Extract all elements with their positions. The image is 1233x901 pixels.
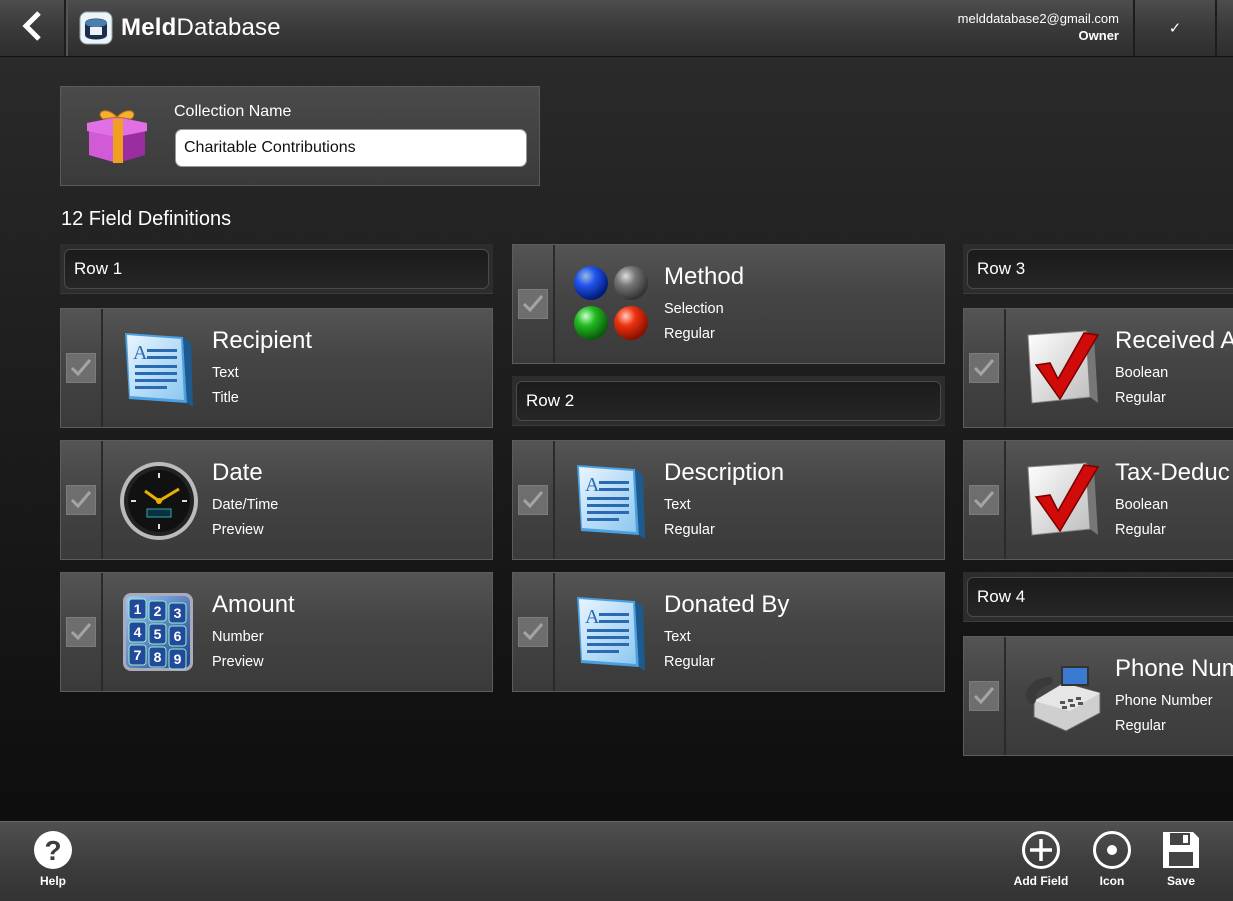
row-name-input[interactable] bbox=[64, 249, 489, 289]
field-name: Received A bbox=[1115, 327, 1233, 354]
add-field-button[interactable]: Add Field bbox=[1006, 830, 1076, 896]
field-checkbox[interactable] bbox=[964, 637, 1006, 755]
svg-text:?: ? bbox=[44, 835, 61, 866]
app-title: MeldDatabase bbox=[121, 14, 281, 41]
help-icon: ? bbox=[34, 831, 72, 869]
row-name-input[interactable] bbox=[967, 249, 1233, 289]
meld-database-logo bbox=[79, 11, 113, 45]
bottom-toolbar: ? Help Add Field Icon Save bbox=[0, 821, 1233, 901]
field-checkbox[interactable] bbox=[964, 309, 1006, 427]
field-card[interactable]: Tax-Deduc Boolean Regular bbox=[963, 440, 1233, 560]
clock-icon bbox=[117, 457, 203, 543]
row-header bbox=[963, 244, 1233, 294]
field-checkbox[interactable] bbox=[513, 441, 555, 559]
selection-balls-icon bbox=[569, 261, 655, 347]
back-button[interactable] bbox=[0, 0, 68, 56]
telephone-icon bbox=[1020, 653, 1106, 739]
save-button[interactable]: Save bbox=[1146, 830, 1216, 896]
field-checkbox[interactable] bbox=[61, 573, 103, 691]
account-email: melddatabase2@gmail.com bbox=[957, 11, 1119, 26]
row-name-input[interactable] bbox=[967, 577, 1233, 617]
confirm-button[interactable]: ✓ bbox=[1133, 0, 1217, 56]
help-button[interactable]: ? Help bbox=[18, 830, 88, 896]
field-style: Regular bbox=[664, 654, 715, 670]
help-label: Help bbox=[39, 874, 66, 888]
row-header bbox=[963, 572, 1233, 622]
checkmark-box-icon bbox=[1020, 325, 1106, 411]
field-name: Description bbox=[664, 459, 785, 486]
field-name: Date bbox=[212, 459, 263, 486]
collection-name-label: Collection Name bbox=[174, 103, 292, 120]
field-style: Regular bbox=[664, 522, 715, 538]
field-checkbox[interactable] bbox=[61, 309, 103, 427]
checkmark-box-icon bbox=[1020, 457, 1106, 543]
field-card[interactable]: Recipient Text Title bbox=[60, 308, 493, 428]
text-document-icon bbox=[569, 457, 655, 543]
field-card[interactable]: Amount Number Preview bbox=[60, 572, 493, 692]
field-name: Amount bbox=[212, 591, 295, 618]
account-role: Owner bbox=[1078, 28, 1119, 43]
save-label: Save bbox=[1166, 874, 1196, 888]
field-card[interactable]: Phone Num Phone Number Regular bbox=[963, 636, 1233, 756]
number-keypad-icon bbox=[117, 589, 203, 675]
row-header bbox=[60, 244, 493, 294]
field-checkbox[interactable] bbox=[964, 441, 1006, 559]
field-card[interactable]: Date Date/Time Preview bbox=[60, 440, 493, 560]
field-type: Number bbox=[212, 629, 264, 645]
row-header bbox=[512, 376, 945, 426]
field-type: Boolean bbox=[1115, 365, 1169, 381]
field-name: Donated By bbox=[664, 591, 790, 618]
field-type: Phone Number bbox=[1115, 693, 1213, 709]
field-type: Text bbox=[212, 365, 239, 381]
checkmark-icon: ✓ bbox=[1168, 20, 1182, 37]
field-name: Method bbox=[664, 263, 745, 290]
field-count-heading: 12 Field Definitions bbox=[61, 208, 232, 230]
field-type: Text bbox=[664, 629, 691, 645]
field-type: Selection bbox=[664, 301, 724, 317]
chevron-left-icon bbox=[21, 10, 43, 47]
row-name-input[interactable] bbox=[516, 381, 941, 421]
field-name: Phone Num bbox=[1115, 655, 1233, 682]
field-card[interactable]: Description Text Regular bbox=[512, 440, 945, 560]
add-circle-icon bbox=[1022, 831, 1060, 869]
field-card[interactable]: Method Selection Regular bbox=[512, 244, 945, 364]
field-type: Date/Time bbox=[212, 497, 279, 513]
field-style: Regular bbox=[1115, 718, 1166, 734]
account-info: melddatabase2@gmail.com Owner bbox=[958, 10, 1119, 44]
add-field-label: Add Field bbox=[1013, 874, 1069, 888]
gift-icon bbox=[87, 110, 147, 163]
field-style: Regular bbox=[664, 326, 715, 342]
field-style: Preview bbox=[212, 654, 264, 670]
collection-name-panel: Collection Name bbox=[60, 86, 540, 186]
text-document-icon bbox=[569, 589, 655, 675]
field-name: Recipient bbox=[212, 327, 313, 354]
field-type: Text bbox=[664, 497, 691, 513]
field-type: Boolean bbox=[1115, 497, 1169, 513]
field-card[interactable]: Donated By Text Regular bbox=[512, 572, 945, 692]
top-bar: MeldDatabase melddatabase2@gmail.com Own… bbox=[0, 0, 1233, 57]
collection-name-input[interactable] bbox=[175, 129, 527, 167]
floppy-disk-icon bbox=[1163, 832, 1199, 868]
target-circle-icon bbox=[1093, 831, 1131, 869]
field-checkbox[interactable] bbox=[61, 441, 103, 559]
text-document-icon bbox=[117, 325, 203, 411]
icon-button[interactable]: Icon bbox=[1077, 830, 1147, 896]
field-checkbox[interactable] bbox=[513, 245, 555, 363]
field-style: Preview bbox=[212, 522, 264, 538]
field-style: Regular bbox=[1115, 522, 1166, 538]
field-name: Tax-Deduc bbox=[1115, 459, 1230, 486]
field-checkbox[interactable] bbox=[513, 573, 555, 691]
field-style: Regular bbox=[1115, 390, 1166, 406]
field-card[interactable]: Received A Boolean Regular bbox=[963, 308, 1233, 428]
icon-label: Icon bbox=[1099, 874, 1125, 888]
field-style: Title bbox=[212, 390, 239, 406]
